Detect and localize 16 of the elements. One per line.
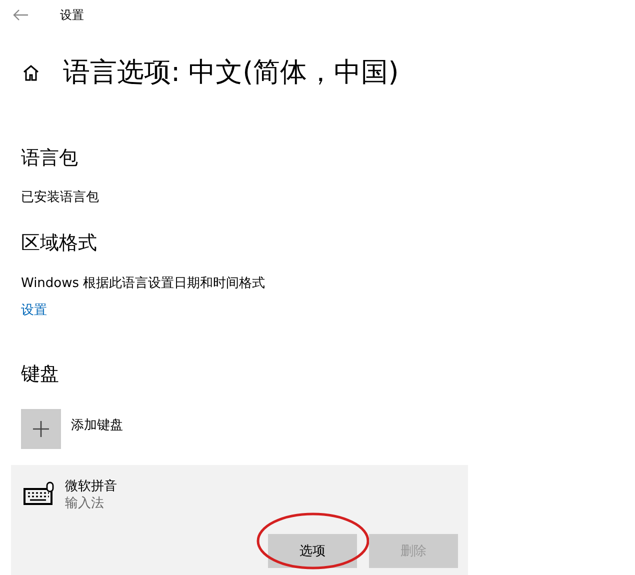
section-heading: 语言包	[21, 146, 79, 170]
keyboard-name: 微软拼音	[65, 478, 117, 495]
status-text: 已安装语言包	[21, 189, 100, 207]
settings-link[interactable]: 设置	[21, 302, 47, 320]
options-button[interactable]: 选项	[268, 534, 357, 568]
back-arrow-icon[interactable]	[13, 9, 28, 21]
keyboard-icon	[23, 481, 55, 507]
plus-icon	[33, 421, 49, 437]
app-title: 设置	[60, 6, 84, 24]
section-heading: 区域格式	[21, 231, 98, 255]
description-text: Windows 根据此语言设置日期和时间格式	[21, 275, 266, 293]
home-icon[interactable]	[22, 64, 40, 82]
section-heading: 键盘	[21, 362, 60, 386]
keyboard-type: 输入法	[65, 495, 105, 512]
add-keyboard-label[interactable]: 添加键盘	[71, 417, 123, 449]
page-title: 语言选项: 中文(简体，中国)	[63, 56, 399, 90]
